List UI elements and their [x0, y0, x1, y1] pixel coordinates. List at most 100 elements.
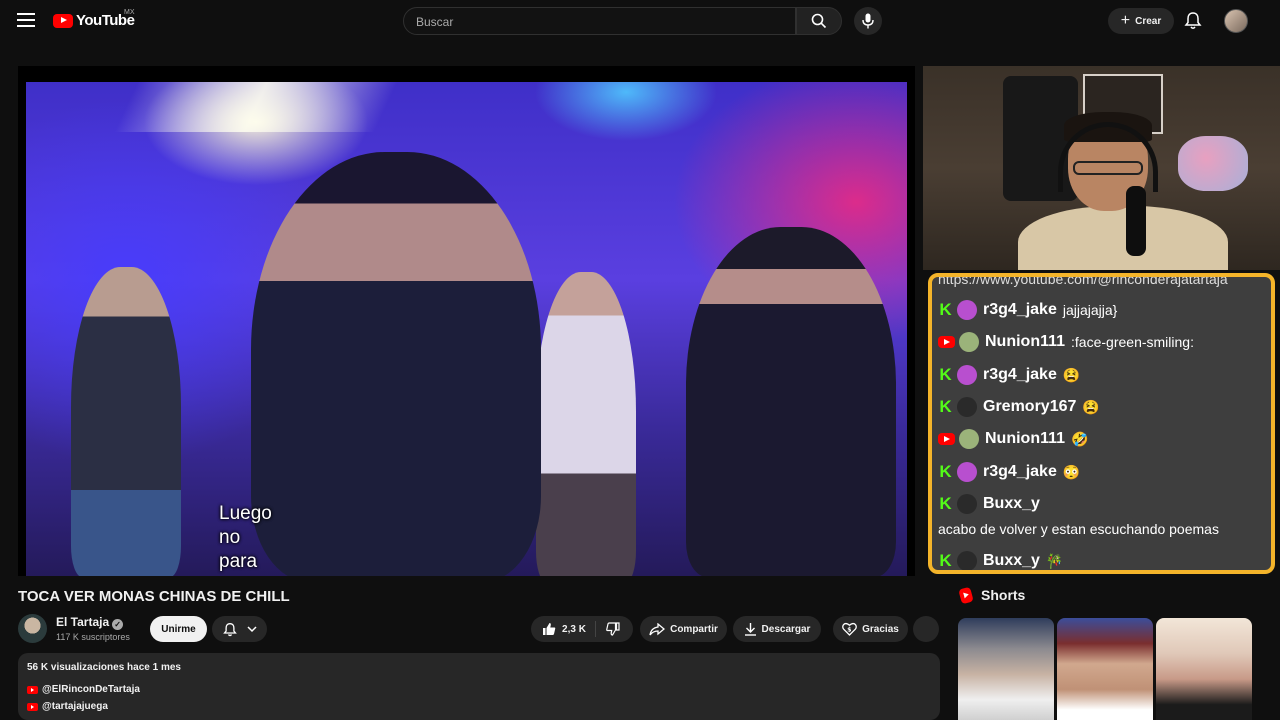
person-foreground — [251, 152, 541, 576]
chat-message-text: 😳 — [1062, 463, 1081, 480]
join-button[interactable]: Unirme — [150, 616, 207, 642]
webcam-overlay — [923, 66, 1280, 270]
search-icon — [811, 13, 827, 29]
chat-cut-line: https://www.youtube.com/@rinconderajatar… — [938, 273, 1228, 287]
chat-message: Kr3g4_jake jajjajajja} — [938, 297, 1117, 323]
channel-link[interactable]: @tartajajuega — [27, 701, 108, 712]
person-left — [71, 267, 181, 576]
heart-dollar-icon: $ — [842, 622, 858, 636]
chat-message: Kr3g4_jake 😳 — [938, 459, 1080, 485]
plus-icon: + — [1120, 12, 1131, 29]
video-player[interactable]: Luego no para — [18, 66, 915, 576]
chat-message-text: jajjajajja} — [1062, 302, 1118, 318]
chat-message-text: :face-green-smiling: — [1071, 334, 1194, 350]
menu-icon[interactable] — [17, 13, 35, 29]
more-actions-button[interactable] — [913, 616, 939, 642]
channel-link-text: @ElRinconDeTartaja — [42, 684, 140, 695]
description-box[interactable]: 56 K visualizaciones hace 1 mes @ElRinco… — [18, 653, 940, 720]
kick-icon: K — [939, 397, 952, 416]
chat-message-text: 😫 — [1062, 366, 1081, 383]
thanks-button[interactable]: $ Gracias — [833, 616, 908, 642]
chat-message: K Buxx_y 🎋 — [938, 548, 1063, 570]
search-input[interactable]: Buscar — [403, 7, 796, 35]
create-button[interactable]: + Crear — [1108, 8, 1174, 34]
shorts-title-text: Shorts — [981, 587, 1026, 603]
chat-username: Buxx_y — [983, 495, 1040, 512]
subscription-bell-button[interactable] — [212, 616, 267, 642]
chat-message: Nunion111 🤣 — [938, 426, 1088, 452]
like-count: 2,3 K — [562, 623, 586, 635]
thumbs-up-icon — [543, 623, 556, 635]
chat-message-text: 😫 — [1082, 398, 1100, 415]
chat-username: Nunion111 — [985, 333, 1066, 350]
search-button[interactable] — [796, 7, 842, 35]
short-thumbnail[interactable] — [958, 618, 1054, 720]
youtube-icon — [27, 702, 38, 711]
download-icon — [744, 623, 756, 636]
video-frame: Luego no para — [26, 82, 907, 576]
studio-microphone — [1126, 186, 1146, 256]
streamer — [1018, 112, 1233, 270]
shorts-heading: Shorts — [958, 586, 1026, 604]
caption-line: Luego — [219, 503, 272, 524]
youtube-icon — [938, 336, 955, 348]
chat-username: Buxx_y — [983, 552, 1040, 569]
notifications-bell-icon[interactable] — [1184, 11, 1202, 30]
chat-message: Nunion111 :face-green-smiling: — [938, 329, 1194, 355]
like-dislike-group: 2,3 K — [531, 616, 633, 642]
chat-username: Gremory167 — [983, 398, 1077, 415]
channel-name[interactable]: El Tartaja ✓ — [56, 615, 124, 630]
account-avatar[interactable] — [1224, 9, 1248, 33]
kick-icon: K — [939, 462, 952, 481]
kick-icon: K — [939, 551, 952, 570]
channel-name-text: El Tartaja — [56, 615, 110, 629]
chat-user-avatar — [957, 365, 977, 385]
create-label: Crear — [1135, 15, 1162, 27]
microphone-icon — [862, 13, 874, 29]
svg-text:$: $ — [847, 626, 851, 633]
glasses — [1073, 161, 1143, 175]
country-code: MX — [124, 9, 135, 16]
download-button[interactable]: Descargar — [733, 616, 821, 642]
chat-message-text: acabo de volver y estan escuchando poema… — [938, 521, 1219, 537]
caption-line: no — [219, 527, 241, 548]
channel-link-text: @tartajajuega — [42, 701, 108, 712]
dislike-button[interactable] — [596, 622, 630, 636]
chat-username: r3g4_jake — [983, 366, 1057, 383]
stream-chat-overlay: https://www.youtube.com/@rinconderajatar… — [928, 273, 1275, 574]
chat-message: K Gremory167 😫 — [938, 394, 1100, 420]
shorts-icon — [958, 586, 974, 604]
chat-user-avatar — [959, 332, 979, 352]
video-caption: Luego no para — [219, 502, 289, 574]
person-right — [686, 227, 896, 576]
person-middle — [536, 272, 636, 576]
chat-user-avatar — [959, 429, 979, 449]
short-thumbnail[interactable] — [1156, 618, 1252, 720]
share-button[interactable]: Compartir — [640, 616, 727, 642]
share-label: Compartir — [670, 623, 718, 635]
top-bar: YouTube MX Buscar + Crear — [0, 0, 1280, 42]
channel-link[interactable]: @ElRinconDeTartaja — [27, 684, 140, 695]
ceiling-light — [114, 82, 398, 132]
short-thumbnail[interactable] — [1057, 618, 1153, 720]
voice-search-button[interactable] — [854, 7, 882, 35]
channel-avatar[interactable] — [18, 614, 47, 643]
chat-user-avatar — [957, 397, 977, 417]
chat-message: K Buxx_y — [938, 491, 1046, 517]
kick-icon: K — [939, 494, 952, 513]
chat-username: r3g4_jake — [983, 301, 1057, 318]
chat-user-avatar — [957, 300, 977, 320]
chat-message: Kr3g4_jake 😫 — [938, 362, 1080, 388]
chat-username: Nunion111 — [985, 430, 1066, 447]
caption-line: para — [219, 551, 258, 572]
chat-user-avatar — [957, 462, 977, 482]
like-button[interactable]: 2,3 K — [534, 621, 596, 637]
kick-icon: K — [939, 365, 952, 384]
bell-icon — [222, 622, 237, 636]
youtube-logo[interactable]: YouTube MX — [53, 9, 135, 29]
youtube-icon — [938, 433, 955, 445]
chat-username: r3g4_jake — [983, 463, 1057, 480]
download-label: Descargar — [761, 623, 811, 635]
chat-message-text: 🤣 — [1071, 430, 1089, 447]
streamer-body — [1018, 206, 1228, 270]
